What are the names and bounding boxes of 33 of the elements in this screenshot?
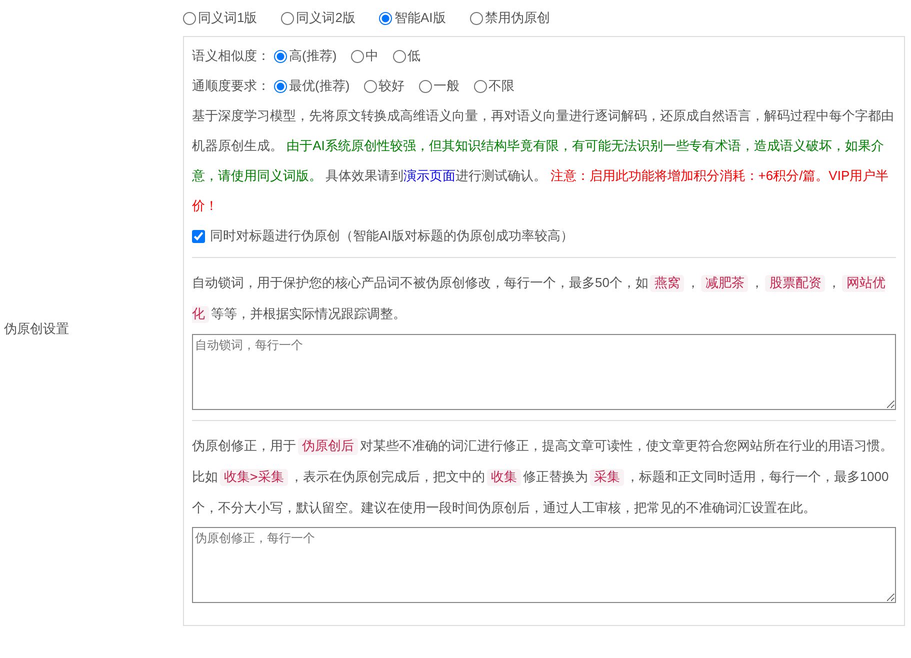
description-text: 伪原创修正，用于 伪原创后 对某些不准确的词汇进行修正，提高文章可读性，使文章更符合您网站所在行业的用语习惯。比如 收集>采集 ，表示在伪原创完成后，把文中的 收集 修正替换为 采集 ，标题和正文同时适用，每行一个，最多1000个，不分大小写，默认留空。建议在使用一段时间伪原创后，通过人工审核，把常见的不准确词汇设置在此。 xyxy=(192,437,894,517)
radio-button[interactable] xyxy=(281,12,294,24)
radio-label[interactable]: 低 xyxy=(408,47,421,65)
setting-label: 通顺度要求： xyxy=(192,77,270,95)
corrections-field[interactable]: 伪原创修正，每行一个 xyxy=(192,527,896,603)
radio-label[interactable]: 智能AI版 xyxy=(394,9,446,27)
checkbox-label[interactable]: 同时对标题进行伪原创（智能AI版对标题的伪原创成功率较高） xyxy=(210,227,574,245)
checkbox[interactable] xyxy=(192,230,205,242)
radio-label[interactable]: 同义词1版 xyxy=(198,9,258,27)
radio-label[interactable]: 同义词2版 xyxy=(296,9,356,27)
radio-label[interactable]: 一般 xyxy=(434,77,460,95)
radio-label[interactable]: 不限 xyxy=(488,77,515,95)
radio-button[interactable] xyxy=(183,12,196,24)
radio-button[interactable] xyxy=(470,12,483,24)
demo-page-link[interactable]: 演示页面 xyxy=(404,168,456,183)
description-text: 基于深度学习模型，先将原文转换成高维语义向量，再对语义向量进行逐词解码，还原成自然语言，解码过程中每个字都由机器原创生成。 由于AI系统原创性较强，但其知识结构毕竟有限，有可能无法识别一些专有术语，造成语义破坏，如果介意，请使用同义词版。 具体效果请到演示页面进行测试确认。 注意：启用此功能将增加积分消耗：+6积分/篇。VIP用户半价！ xyxy=(192,107,895,215)
radio-label[interactable]: 较好 xyxy=(378,77,405,95)
radio-button[interactable] xyxy=(274,50,287,62)
radio-button[interactable] xyxy=(350,50,364,62)
radio-label[interactable]: 中 xyxy=(366,47,379,65)
radio-button[interactable] xyxy=(418,80,432,92)
setting-label: 语义相似度： xyxy=(192,47,270,65)
radio-label[interactable]: 高(推荐) xyxy=(289,47,337,65)
radio-button[interactable] xyxy=(274,80,287,92)
lock-words-field[interactable]: 自动锁词，每行一个 xyxy=(192,334,896,410)
section-label: 伪原创设置 xyxy=(4,320,69,338)
radio-button[interactable] xyxy=(379,12,392,24)
radio-label[interactable]: 最优(推荐) xyxy=(289,77,350,95)
radio-button[interactable] xyxy=(364,80,377,92)
description-text: 自动锁词，用于保护您的核心产品词不被伪原创修改，每行一个，最多50个，如 燕窝 ， 减肥茶 ， 股票配资 ， 网站优化 等等，并根据实际情况跟踪调整。 xyxy=(192,274,886,325)
radio-button[interactable] xyxy=(392,50,406,62)
radio-label[interactable]: 禁用伪原创 xyxy=(484,9,550,27)
radio-button[interactable] xyxy=(474,80,487,92)
